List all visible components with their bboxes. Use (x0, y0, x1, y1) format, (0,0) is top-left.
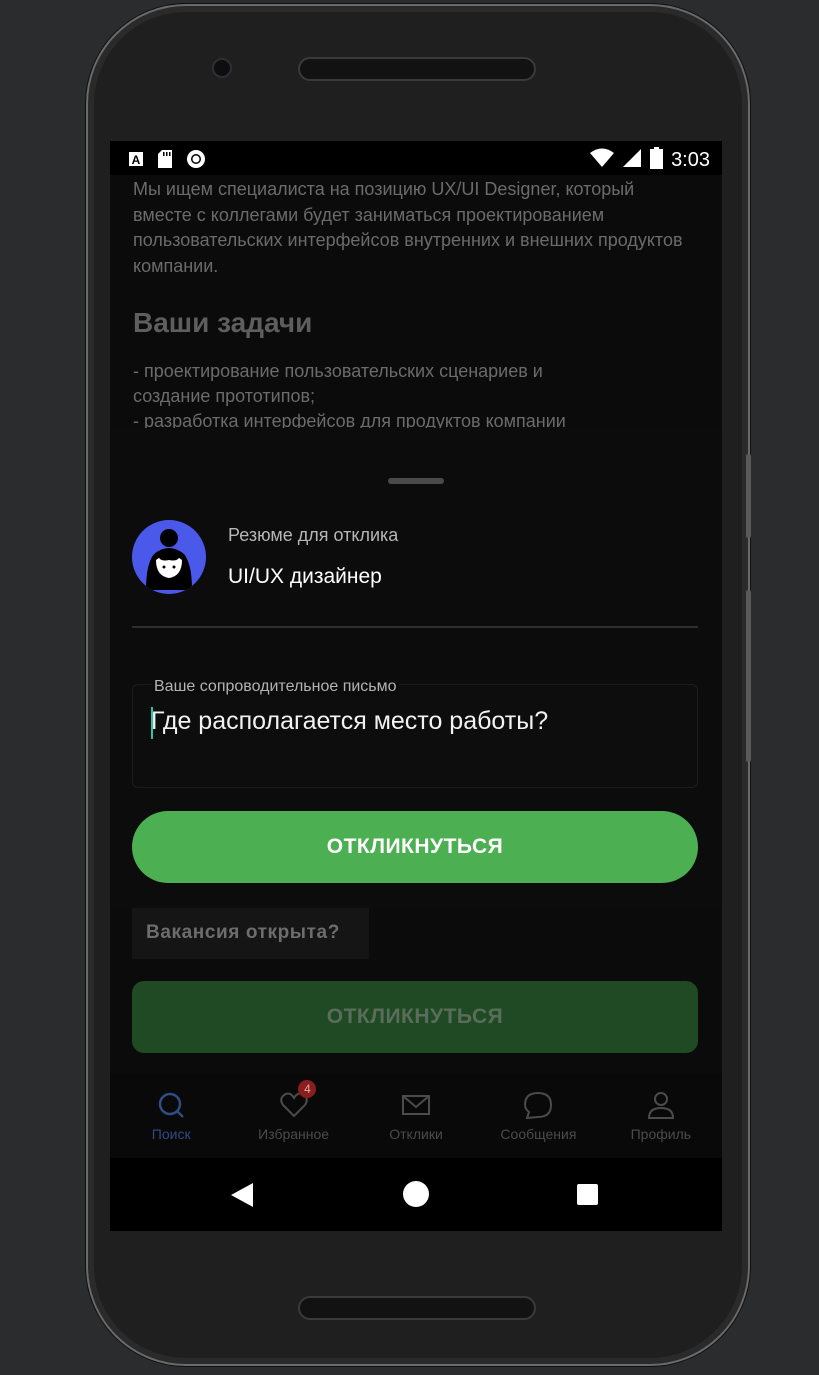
chat-icon (524, 1091, 553, 1120)
status-time: 3:03 (671, 149, 710, 171)
recents-icon[interactable] (577, 1184, 598, 1205)
home-icon[interactable] (403, 1181, 429, 1207)
tab-label: Отклики (389, 1126, 443, 1142)
resume-label: Резюме для отклика (228, 525, 399, 545)
sd-card-icon (158, 150, 172, 173)
tab-label: Сообщения (500, 1126, 577, 1142)
respond-button-behind: ОТКЛИКНУТЬСЯ (132, 981, 698, 1053)
search-icon (158, 1092, 185, 1118)
sheet-drag-handle[interactable] (388, 478, 444, 484)
phone-screen: A 3:03 Мы ищем специалиста на позицию UX… (110, 141, 722, 1231)
tasks-line: - проектирование пользовательских сценар… (133, 361, 543, 381)
response-bottom-sheet: Резюме для отклика UI/UX дизайнер Ваше с… (110, 428, 722, 908)
tasks-heading: Ваши задачи (133, 307, 313, 338)
favorites-badge: 4 (298, 1080, 317, 1098)
back-icon[interactable] (230, 1182, 254, 1208)
cover-letter-label: Ваше сопроводительное письмо (152, 678, 399, 696)
signal-icon (622, 148, 642, 173)
bottom-tab-bar: Поиск 4 Избранное Отклики Сообщения Проф… (110, 1074, 722, 1158)
volume-button (746, 454, 751, 538)
tab-favorites[interactable]: 4 Избранное (232, 1074, 354, 1158)
respond-button[interactable]: ОТКЛИКНУТЬСЯ (132, 811, 698, 883)
avatar (132, 520, 206, 594)
resume-title[interactable]: UI/UX дизайнер (228, 565, 382, 589)
tab-search[interactable]: Поиск (110, 1074, 232, 1158)
a-icon: A (128, 151, 144, 172)
earpiece-speaker (298, 57, 536, 81)
cover-letter-value[interactable]: Где располагается место работы? (151, 707, 548, 736)
person-icon (647, 1092, 674, 1119)
tab-responses[interactable]: Отклики (355, 1074, 477, 1158)
power-button (746, 590, 751, 762)
svg-text:A: A (132, 153, 141, 167)
vacancy-description: Мы ищем специалиста на позицию UX/UI Des… (133, 177, 693, 434)
vacancy-intro: Мы ищем специалиста на позицию UX/UI Des… (133, 179, 683, 276)
tab-profile[interactable]: Профиль (600, 1074, 722, 1158)
tab-label: Профиль (630, 1126, 692, 1142)
tab-messages[interactable]: Сообщения (477, 1074, 599, 1158)
battery-icon (650, 147, 664, 174)
system-nav-bar (110, 1158, 722, 1231)
status-bar: A 3:03 (110, 141, 722, 175)
front-camera (212, 58, 232, 78)
bottom-speaker (298, 1296, 536, 1320)
tab-label: Поиск (151, 1126, 191, 1142)
vacancy-open-chip: Вакансия открыта? (132, 907, 369, 959)
divider (132, 626, 698, 628)
tab-label: Избранное (258, 1126, 330, 1142)
record-icon (186, 149, 206, 174)
mail-icon (402, 1095, 431, 1115)
tasks-line: создание прототипов; (133, 386, 316, 406)
wifi-icon (590, 148, 615, 173)
cover-letter-field[interactable]: Ваше сопроводительное письмо Где распола… (132, 678, 698, 788)
